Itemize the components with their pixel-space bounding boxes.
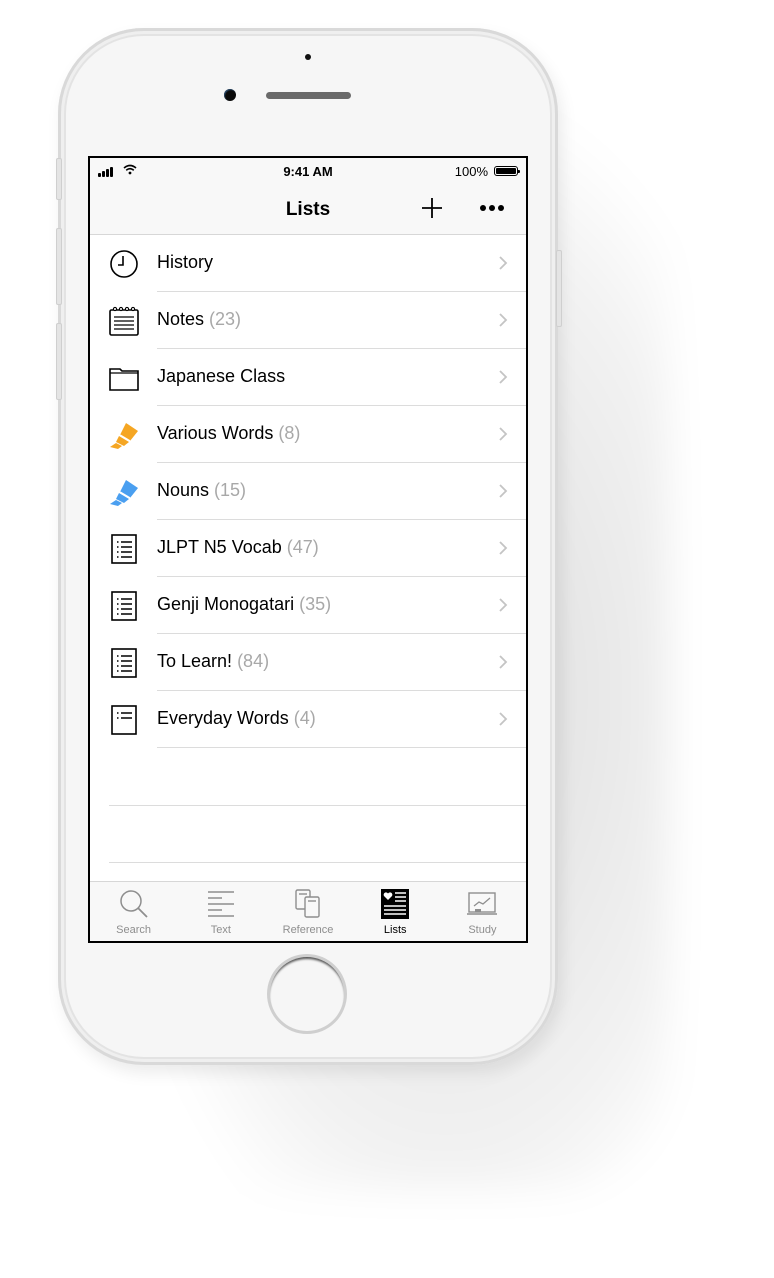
notepad-icon [109, 306, 139, 336]
battery-percent: 100% [454, 164, 488, 179]
list-item-notes[interactable]: Notes (23) [90, 292, 526, 349]
chevron-right-icon [499, 427, 508, 441]
chevron-right-icon [499, 712, 508, 726]
proximity-sensor [305, 54, 311, 60]
tab-label: Text [210, 924, 231, 936]
list-item-count: (8) [278, 423, 301, 443]
navigation-bar: Lists [90, 184, 526, 235]
front-camera [224, 89, 236, 101]
highlighter-icon [110, 480, 138, 506]
list-item-count: (4) [293, 708, 316, 728]
earpiece-speaker [266, 92, 351, 99]
chevron-right-icon [499, 655, 508, 669]
home-button[interactable] [270, 957, 344, 1031]
tab-label: Reference [282, 924, 334, 936]
chevron-right-icon [499, 370, 508, 384]
empty-row-separator [109, 805, 526, 806]
empty-row-separator [109, 862, 526, 863]
power-button [556, 250, 562, 327]
list-item-genji-monogatari[interactable]: Genji Monogatari (35) [90, 577, 526, 634]
list-item-label: Genji Monogatari [157, 594, 295, 614]
chevron-right-icon [499, 484, 508, 498]
mute-switch [56, 158, 62, 200]
volume-down-button [56, 323, 62, 400]
tab-lists[interactable]: Lists [352, 882, 439, 941]
list-icon [111, 648, 137, 678]
tab-study[interactable]: Study [439, 882, 526, 941]
list-item-count: (84) [237, 651, 270, 671]
list-item-label: To Learn! [157, 651, 233, 671]
tab-label: Lists [383, 924, 407, 936]
list-item-various-words[interactable]: Various Words (8) [90, 406, 526, 463]
list-item-label: Various Words [157, 423, 274, 443]
list-item-label: Nouns [157, 480, 210, 500]
chevron-right-icon [499, 541, 508, 555]
list-item-label: JLPT N5 Vocab [157, 537, 282, 557]
list-item-count: (47) [286, 537, 319, 557]
plus-icon[interactable] [420, 196, 444, 220]
list-item-to-learn[interactable]: To Learn! (84) [90, 634, 526, 691]
clock-icon [110, 250, 138, 278]
screen: 9:41 AM 100% Lists History Notes (23) Ja… [88, 156, 528, 943]
list-item-nouns[interactable]: Nouns (15) [90, 463, 526, 520]
list-item-label: Notes [157, 309, 205, 329]
list-item-label: Japanese Class [157, 366, 286, 386]
text-lines-icon [207, 891, 234, 917]
page-title: Lists [285, 199, 331, 220]
tab-label: Study [468, 924, 497, 936]
list-item-count: (15) [214, 480, 247, 500]
list-icon [111, 591, 137, 621]
chevron-right-icon [499, 598, 508, 612]
list-item-history[interactable]: History [90, 235, 526, 292]
lists-table: History Notes (23) Japanese Class Variou… [90, 235, 526, 863]
list-icon [111, 534, 137, 564]
battery-icon [494, 166, 520, 176]
heart-list-icon [381, 889, 410, 919]
list-item-jlpt-n5-vocab[interactable]: JLPT N5 Vocab (47) [90, 520, 526, 577]
tab-search[interactable]: Search [90, 882, 177, 941]
list-item-label: Everyday Words [157, 708, 289, 728]
ellipsis-icon[interactable] [478, 196, 508, 220]
tab-text[interactable]: Text [177, 882, 264, 941]
chart-board-icon [467, 892, 498, 915]
list-item-japanese-class[interactable]: Japanese Class [90, 349, 526, 406]
highlighter-icon [110, 423, 138, 449]
tab-label: Search [116, 924, 152, 936]
list-item-count: (23) [209, 309, 242, 329]
chevron-right-icon [499, 313, 508, 327]
books-icon [295, 889, 320, 918]
tab-reference[interactable]: Reference [264, 882, 351, 941]
list-item-label: History [157, 252, 214, 272]
magnifier-icon [119, 890, 148, 918]
status-bar: 9:41 AM 100% [90, 158, 526, 184]
short-list-icon [111, 705, 137, 735]
tab-bar: Search Text Reference Lists Study [90, 881, 526, 941]
folder-icon [109, 368, 139, 391]
list-item-everyday-words[interactable]: Everyday Words (4) [90, 691, 526, 748]
chevron-right-icon [499, 256, 508, 270]
list-item-count: (35) [299, 594, 332, 614]
volume-up-button [56, 228, 62, 305]
